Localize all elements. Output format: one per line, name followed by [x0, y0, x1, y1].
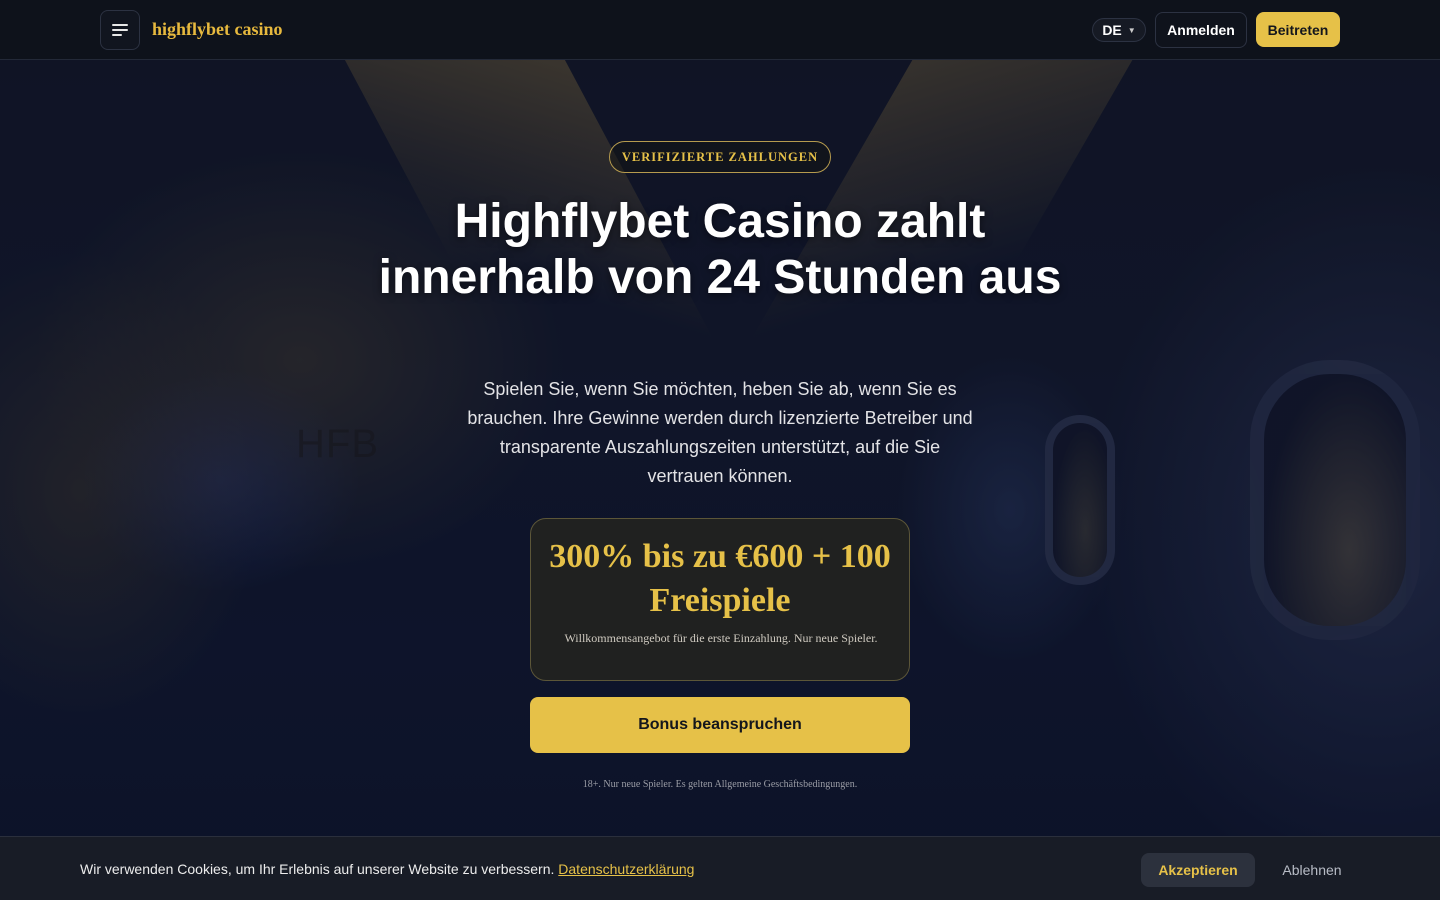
menu-icon: [112, 24, 128, 36]
disclaimer: 18+. Nur neue Spieler. Es gelten Allgeme…: [582, 779, 858, 790]
cookie-text: Wir verwenden Cookies, um Ihr Erlebnis a…: [80, 861, 555, 877]
decline-cookies-button[interactable]: Ablehnen: [1274, 853, 1350, 887]
privacy-policy-link[interactable]: Datenschutzerklärung: [558, 861, 694, 877]
bonus-amount: 300% bis zu €600 + 100 Freispiele: [549, 538, 891, 619]
bonus-card: 300% bis zu €600 + 100 Freispiele Willko…: [530, 518, 910, 681]
cookie-banner: Wir verwenden Cookies, um Ihr Erlebnis a…: [0, 836, 1440, 900]
verified-payments-badge: VERIFIZIERTE ZAHLUNGEN: [609, 141, 831, 173]
claim-bonus-button[interactable]: Bonus beanspruchen: [530, 697, 910, 753]
login-button[interactable]: Anmelden: [1155, 12, 1247, 48]
language-label: DE: [1102, 22, 1122, 38]
menu-button[interactable]: [100, 10, 140, 50]
bonus-note: Willkommensangebot für die erste Einzahl…: [564, 631, 878, 645]
cookie-message: Wir verwenden Cookies, um Ihr Erlebnis a…: [80, 861, 694, 877]
hero-subtitle: Spielen Sie, wenn Sie möchten, heben Sie…: [467, 379, 973, 486]
caret-down-icon: ▼: [1127, 25, 1136, 35]
join-button[interactable]: Beitreten: [1256, 12, 1340, 47]
site-header: highflybet casino DE ▼ Anmelden Beitrete…: [0, 0, 1440, 60]
hero-title: Highflybet Casino zahlt innerhalb von 24…: [378, 195, 1062, 304]
brand-logo[interactable]: highflybet casino: [152, 19, 283, 40]
accept-cookies-button[interactable]: Akzeptieren: [1141, 853, 1255, 887]
language-selector[interactable]: DE ▼: [1092, 18, 1146, 42]
